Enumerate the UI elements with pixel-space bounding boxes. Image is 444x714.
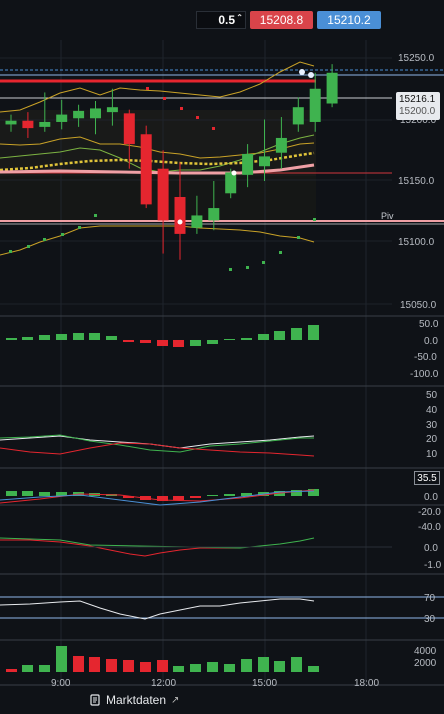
svg-text:10: 10 [426,449,438,460]
candle [106,107,118,113]
price-tick: 15050.0 [400,300,437,311]
svg-text:-20.0: -20.0 [418,507,441,518]
buy-button[interactable]: 15210.2 [317,11,381,29]
candle [5,120,17,125]
pivot-label: Piv [381,211,394,221]
svg-text:20: 20 [426,434,438,445]
time-tick: 9:00 [51,678,71,689]
svg-text:4000: 4000 [414,646,437,657]
pane6-axis: 4000 2000 [414,646,437,669]
order-toolbar: 0.5 ⌃ 15208.8 15210.2 [196,11,381,29]
candle [292,107,304,125]
svg-text:40: 40 [426,405,438,416]
time-tick: 15:00 [252,678,277,689]
svg-text:30: 30 [426,420,438,431]
quantity-value: 0.5 [218,13,235,27]
svg-text:50.0: 50.0 [419,319,439,330]
pivot-marker [177,219,183,225]
sell-price: 15208.8 [259,13,304,27]
candle [73,110,85,119]
market-data-link[interactable]: Marktdaten ↗ [89,693,179,707]
svg-text:70: 70 [424,593,436,604]
candle [174,196,186,234]
cross-marker [231,170,237,176]
price-tick: 15100.0 [398,237,435,248]
svg-text:2000: 2000 [414,658,437,669]
document-icon [90,694,100,706]
buy-price: 15210.2 [327,13,371,27]
candle [191,215,203,228]
trading-chart[interactable]: 15250.0 15200.0 15150.0 15100.0 15050.0 … [0,0,444,714]
external-link-icon: ↗ [171,694,180,706]
candle [39,121,51,127]
sell-button[interactable]: 15208.8 [250,11,313,29]
buy-marker[interactable] [299,69,305,75]
candle [242,153,254,175]
candle [275,137,287,153]
svg-text:0.0: 0.0 [424,336,438,347]
buy-marker-2[interactable] [308,72,314,78]
candle [140,134,152,205]
last-price-value: 15216.1 [399,94,436,105]
svg-text:-1.0: -1.0 [424,560,442,571]
svg-text:0.0: 0.0 [424,543,438,554]
chart-background [0,0,444,714]
candle [22,120,34,129]
pane2-axis: 50 40 30 20 10 [426,390,438,460]
candle [326,72,338,104]
svg-text:30: 30 [424,614,436,625]
oscillator-current-text: 35.5 [417,472,437,484]
last-price-badge: 15216.1 15200.0 [396,92,440,120]
candle [259,156,270,167]
candle [157,168,169,221]
candle [123,113,135,145]
price-tick: 15150.0 [398,176,435,187]
last-price-sub: 15200.0 [399,106,436,117]
svg-text:-40.0: -40.0 [418,522,441,533]
candle [309,88,321,122]
quantity-input[interactable]: 0.5 ⌃ [196,11,246,29]
market-data-label: Marktdaten [106,693,167,707]
price-tick: 15250.0 [398,53,435,64]
time-tick: 12:00 [151,678,176,689]
chevron-up-icon[interactable]: ⌃ [236,13,243,22]
candle [90,108,101,119]
svg-text:-100.0: -100.0 [410,369,439,380]
svg-text:0.0: 0.0 [424,492,438,503]
svg-text:-50.0: -50.0 [414,352,437,363]
time-tick: 18:00 [354,678,379,689]
svg-text:50: 50 [426,390,438,401]
candle [208,208,220,221]
candle [56,114,68,122]
oscillator-current-value: 35.5 [414,471,440,485]
candle [225,172,237,194]
